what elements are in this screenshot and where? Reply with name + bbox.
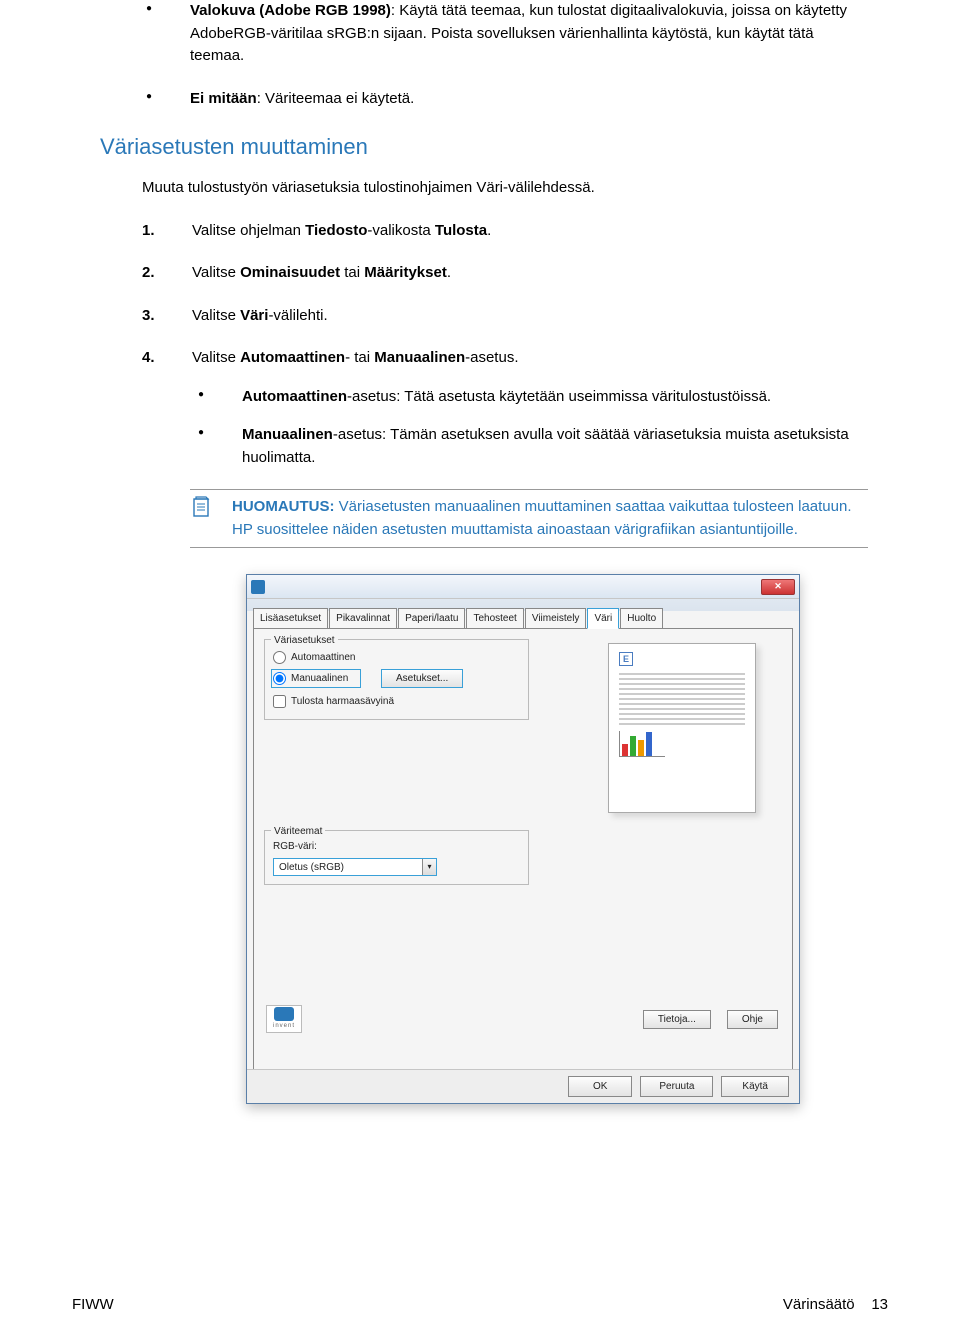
hp-invent-text: invent [273,1022,295,1031]
page-number: 13 [871,1296,888,1313]
substeps: Automaattinen-asetus: Tätä asetusta käyt… [192,386,868,470]
combo-value: Oletus (sRGB) [274,860,422,875]
section-heading: Väriasetusten muuttaminen [100,130,868,163]
step-3: 3. Valitse Väri-välilehti. [142,305,868,328]
step-2: 2. Valitse Ominaisuudet tai Määritykset. [142,262,868,285]
help-button[interactable]: Ohje [727,1010,778,1029]
tab-panel: Väriasetukset Automaattinen Manuaalinen … [253,628,793,1076]
intro-paragraph: Muuta tulostustyön väriasetuksia tulosti… [142,177,868,200]
app-icon [251,580,265,594]
cancel-button[interactable]: Peruuta [640,1076,713,1097]
color-themes-group: Väriteemat RGB-väri: Oletus (sRGB) ▾ [264,830,529,885]
preview-sheet: E [608,643,756,813]
close-icon: ✕ [774,580,782,594]
print-dialog: ✕ Lisäasetukset Pikavalinnat Paperi/laat… [246,574,800,1104]
rgb-combo[interactable]: Oletus (sRGB) ▾ [273,858,437,876]
sub-auto: Automaattinen-asetus: Tätä asetusta käyt… [192,386,868,409]
radio-auto[interactable]: Automaattinen [273,650,520,665]
tab-advanced[interactable]: Lisäasetukset [253,608,328,629]
footer-right: Värinsäätö 13 [783,1294,888,1317]
radio-manual-input[interactable] [273,672,286,685]
tab-effects[interactable]: Tehosteet [466,608,523,629]
settings-button[interactable]: Asetukset... [381,669,463,688]
close-button[interactable]: ✕ [761,579,795,595]
preview-chart-icon [619,731,665,757]
titlebar: ✕ [247,575,799,599]
group-label: Väriasetukset [271,633,338,648]
hp-logo: invent [266,1005,302,1033]
panel-buttons: Tietoja... Ohje [643,1010,778,1029]
note-box: HUOMAUTUS: Väriasetusten manuaalinen muu… [190,489,868,548]
color-settings-group: Väriasetukset Automaattinen Manuaalinen … [264,639,529,720]
bullet-title: Valokuva (Adobe RGB 1998) [190,2,391,19]
note-icon [192,496,212,526]
sub-manual: Manuaalinen-asetus: Tämän asetuksen avul… [192,424,868,469]
dialog-bottom-bar: OK Peruuta Käytä [247,1069,799,1103]
bullet-title: Ei mitään [190,90,257,107]
preview-header-icon: E [619,652,633,666]
rgb-label: RGB-väri: [273,839,520,854]
chevron-down-icon: ▾ [422,859,436,875]
note-label: HUOMAUTUS: [232,498,335,515]
ok-button[interactable]: OK [568,1076,632,1097]
page-footer: FIWW Värinsäätö 13 [72,1294,888,1317]
apply-button[interactable]: Käytä [721,1076,789,1097]
tab-color[interactable]: Väri [587,608,619,629]
tab-finishing[interactable]: Viimeistely [525,608,587,629]
bullet-adobe-rgb: Valokuva (Adobe RGB 1998): Käytä tätä te… [100,0,868,68]
top-bullet-list: Valokuva (Adobe RGB 1998): Käytä tätä te… [100,0,868,110]
bullet-none: Ei mitään: Väriteemaa ei käytetä. [100,88,868,111]
preview-area: E [608,643,778,813]
radio-auto-input[interactable] [273,651,286,664]
grayscale-check[interactable]: Tulosta harmaasävyinä [273,694,520,709]
step-4: 4. Valitse Automaattinen- tai Manuaaline… [142,347,868,469]
tab-paper[interactable]: Paperi/laatu [398,608,465,629]
step-1: 1. Valitse ohjelman Tiedosto-valikosta T… [142,220,868,243]
grayscale-input[interactable] [273,695,286,708]
bullet-text: : Väriteemaa ei käytetä. [257,90,415,107]
steps-list: 1. Valitse ohjelman Tiedosto-valikosta T… [142,220,868,470]
footer-left: FIWW [72,1294,114,1317]
tab-services[interactable]: Huolto [620,608,663,629]
radio-manual[interactable]: Manuaalinen [271,669,361,688]
about-button[interactable]: Tietoja... [643,1010,711,1029]
group-label: Väriteemat [271,824,325,839]
hp-badge-icon [274,1007,294,1021]
tab-strip: Lisäasetukset Pikavalinnat Paperi/laatu … [253,607,793,628]
tab-shortcuts[interactable]: Pikavalinnat [329,608,397,629]
